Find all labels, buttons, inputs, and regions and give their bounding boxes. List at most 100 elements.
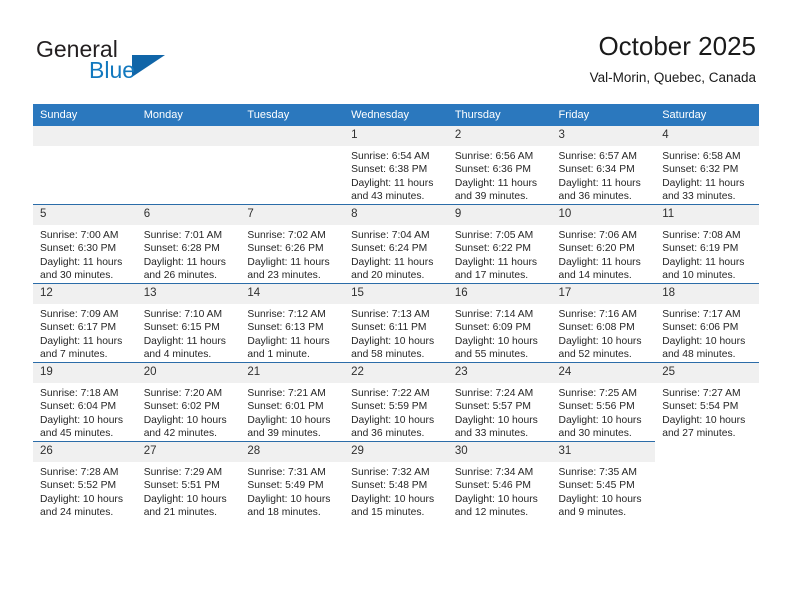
calendar-day-cell[interactable]: 16 Sunrise: 7:14 AM Sunset: 6:09 PM Dayligh… (447, 283, 552, 363)
calendar-day-cell[interactable]: 8 Sunrise: 7:04 AM Sunset: 6:24 PM Daylight… (344, 204, 448, 284)
calendar-day-cell[interactable]: 23 Sunrise: 7:24 AM Sunset: 5:57 PM Dayligh… (447, 362, 552, 442)
calendar-day-cell[interactable]: 13 Sunrise: 7:10 AM Sunset: 6:15 PM Dayligh… (136, 283, 241, 363)
day-number: 13 (136, 284, 241, 304)
calendar-day-cell[interactable]: 20 Sunrise: 7:20 AM Sunset: 6:02 PM Dayligh… (136, 362, 241, 442)
daylight-text-line1: Daylight: 10 hours (40, 414, 123, 426)
calendar-day-cell[interactable]: 2 Sunrise: 6:56 AM Sunset: 6:36 PM Daylight… (447, 126, 552, 205)
logo-triangle-icon (132, 55, 165, 77)
daylight-text-line1: Daylight: 10 hours (40, 493, 123, 505)
daylight-text-line2: and 39 minutes. (454, 191, 529, 203)
calendar-day-cell[interactable]: 30 Sunrise: 7:34 AM Sunset: 5:46 PM Dayligh… (447, 441, 552, 520)
page-subtitle: Val-Morin, Quebec, Canada (589, 70, 756, 85)
calendar-day-cell[interactable]: 24 Sunrise: 7:25 AM Sunset: 5:56 PM Dayligh… (551, 362, 656, 442)
daylight-text-line1: Daylight: 11 hours (40, 335, 123, 347)
day-number: 24 (551, 363, 656, 383)
day-details: Sunrise: 7:32 AM Sunset: 5:48 PM Daylight:… (344, 462, 448, 520)
calendar-day-cell[interactable]: 6 Sunrise: 7:01 AM Sunset: 6:28 PM Daylight… (136, 204, 241, 284)
calendar-day-cell[interactable]: 11 Sunrise: 7:08 AM Sunset: 6:19 PM Dayligh… (655, 204, 759, 284)
calendar-day-cell[interactable]: 15 Sunrise: 7:13 AM Sunset: 6:11 PM Dayligh… (344, 283, 448, 363)
calendar-day-cell[interactable]: 29 Sunrise: 7:32 AM Sunset: 5:48 PM Dayligh… (344, 441, 448, 520)
daylight-text-line2: and 45 minutes. (40, 428, 114, 440)
day-details: Sunrise: 7:10 AM Sunset: 6:15 PM Daylight:… (137, 304, 241, 362)
calendar-day-cell[interactable]: 25 Sunrise: 7:27 AM Sunset: 5:54 PM Dayligh… (655, 362, 759, 442)
calendar-day-cell[interactable]: 28 Sunrise: 7:31 AM Sunset: 5:49 PM Dayligh… (240, 441, 345, 520)
daylight-text-line1: Daylight: 11 hours (143, 256, 226, 268)
day-number: 10 (551, 205, 656, 225)
day-number: 5 (33, 205, 137, 225)
calendar-day-cell[interactable]: 26 Sunrise: 7:28 AM Sunset: 5:52 PM Dayligh… (33, 441, 137, 520)
day-number: 16 (447, 284, 552, 304)
calendar-week-row: 26 Sunrise: 7:28 AM Sunset: 5:52 PM Dayligh… (33, 441, 759, 520)
day-details: Sunrise: 7:16 AM Sunset: 6:08 PM Daylight:… (552, 304, 656, 362)
day-number: 7 (240, 205, 345, 225)
day-number: 29 (344, 442, 448, 462)
day-details: Sunrise: 7:20 AM Sunset: 6:02 PM Daylight:… (137, 383, 241, 441)
sunrise-text: Sunrise: 7:01 AM (143, 230, 223, 241)
daylight-text-line1: Daylight: 11 hours (558, 177, 641, 189)
sunrise-text: Sunrise: 7:28 AM (40, 467, 119, 478)
sunrise-text: Sunrise: 7:13 AM (351, 309, 430, 320)
day-details: Sunrise: 7:34 AM Sunset: 5:46 PM Daylight:… (448, 462, 552, 520)
calendar-day-cell[interactable]: 31 Sunrise: 7:35 AM Sunset: 5:45 PM Dayligh… (551, 441, 656, 520)
daylight-text-line2: and 30 minutes. (40, 270, 114, 282)
calendar-week-row: 19 Sunrise: 7:18 AM Sunset: 6:04 PM Dayligh… (33, 362, 759, 442)
sunset-text: Sunset: 6:01 PM (247, 401, 324, 413)
calendar-day-cell[interactable]: 5 Sunrise: 7:00 AM Sunset: 6:30 PM Daylight… (33, 204, 137, 284)
day-number: 23 (447, 363, 552, 383)
calendar-body: 1 Sunrise: 6:54 AM Sunset: 6:38 PM Daylight… (33, 126, 759, 520)
day-details: Sunrise: 6:56 AM Sunset: 6:36 PM Daylight:… (448, 146, 552, 204)
daylight-text-line1: Daylight: 10 hours (558, 493, 642, 505)
weekday-header-sunday: Sunday (33, 104, 137, 126)
calendar-day-cell[interactable]: 3 Sunrise: 6:57 AM Sunset: 6:34 PM Daylight… (551, 126, 656, 205)
sunrise-text: Sunrise: 7:20 AM (143, 388, 223, 399)
daylight-text-line1: Daylight: 10 hours (558, 335, 642, 347)
sunrise-text: Sunrise: 7:05 AM (454, 230, 534, 241)
sunrise-text: Sunrise: 7:29 AM (143, 467, 223, 478)
day-number: 22 (344, 363, 448, 383)
sunset-text: Sunset: 5:49 PM (247, 480, 324, 492)
calendar-day-cell[interactable]: 21 Sunrise: 7:21 AM Sunset: 6:01 PM Dayligh… (240, 362, 345, 442)
daylight-text-line1: Daylight: 10 hours (143, 493, 227, 505)
daylight-text-line2: and 36 minutes. (558, 191, 632, 203)
calendar-day-cell[interactable]: 19 Sunrise: 7:18 AM Sunset: 6:04 PM Dayligh… (33, 362, 137, 442)
day-details: Sunrise: 7:27 AM Sunset: 5:54 PM Daylight:… (655, 383, 759, 441)
daylight-text-line1: Daylight: 10 hours (351, 493, 435, 505)
daylight-text-line2: and 1 minute. (247, 349, 310, 361)
day-number: 15 (344, 284, 448, 304)
day-details: Sunrise: 7:00 AM Sunset: 6:30 PM Daylight:… (33, 225, 137, 283)
daylight-text-line1: Daylight: 10 hours (247, 414, 331, 426)
sunset-text: Sunset: 6:34 PM (558, 164, 635, 176)
day-details: Sunrise: 7:22 AM Sunset: 5:59 PM Daylight:… (344, 383, 448, 441)
sunrise-text: Sunrise: 7:04 AM (351, 230, 430, 241)
calendar-empty-cell (136, 126, 241, 205)
sunset-text: Sunset: 5:59 PM (351, 401, 428, 413)
sunrise-text: Sunrise: 6:54 AM (351, 151, 430, 162)
calendar-day-cell[interactable]: 22 Sunrise: 7:22 AM Sunset: 5:59 PM Dayligh… (344, 362, 448, 442)
day-details: Sunrise: 7:17 AM Sunset: 6:06 PM Daylight:… (655, 304, 759, 362)
calendar-day-cell[interactable]: 14 Sunrise: 7:12 AM Sunset: 6:13 PM Dayligh… (240, 283, 345, 363)
day-number: 28 (240, 442, 345, 462)
sunrise-text: Sunrise: 7:21 AM (247, 388, 326, 399)
calendar-day-cell[interactable]: 17 Sunrise: 7:16 AM Sunset: 6:08 PM Dayligh… (551, 283, 656, 363)
day-number: 19 (33, 363, 137, 383)
day-details: Sunrise: 6:57 AM Sunset: 6:34 PM Daylight:… (552, 146, 656, 204)
calendar-day-cell[interactable]: 18 Sunrise: 7:17 AM Sunset: 6:06 PM Dayligh… (655, 283, 759, 363)
daylight-text-line2: and 7 minutes. (40, 349, 108, 361)
daylight-text-line1: Daylight: 10 hours (662, 335, 746, 347)
calendar-day-cell[interactable]: 7 Sunrise: 7:02 AM Sunset: 6:26 PM Daylight… (240, 204, 345, 284)
page-title: October 2025 (598, 31, 756, 61)
sunrise-text: Sunrise: 7:17 AM (662, 309, 741, 320)
calendar-day-cell[interactable]: 27 Sunrise: 7:29 AM Sunset: 5:51 PM Dayligh… (136, 441, 241, 520)
calendar-day-cell[interactable]: 9 Sunrise: 7:05 AM Sunset: 6:22 PM Daylight… (447, 204, 552, 284)
calendar-day-cell[interactable]: 4 Sunrise: 6:58 AM Sunset: 6:32 PM Daylight… (655, 126, 759, 205)
sunrise-text: Sunrise: 6:56 AM (454, 151, 534, 162)
sunrise-text: Sunrise: 7:32 AM (351, 467, 430, 478)
day-details: Sunrise: 7:01 AM Sunset: 6:28 PM Daylight:… (137, 225, 241, 283)
daylight-text-line2: and 21 minutes. (143, 507, 217, 519)
daylight-text-line2: and 48 minutes. (662, 349, 736, 361)
weekday-header-tuesday: Tuesday (240, 104, 345, 126)
calendar-day-cell[interactable]: 1 Sunrise: 6:54 AM Sunset: 6:38 PM Daylight… (344, 126, 448, 205)
daylight-text-line1: Daylight: 10 hours (454, 414, 538, 426)
calendar-day-cell[interactable]: 12 Sunrise: 7:09 AM Sunset: 6:17 PM Dayligh… (33, 283, 137, 363)
calendar-day-cell[interactable]: 10 Sunrise: 7:06 AM Sunset: 6:20 PM Dayligh… (551, 204, 656, 284)
